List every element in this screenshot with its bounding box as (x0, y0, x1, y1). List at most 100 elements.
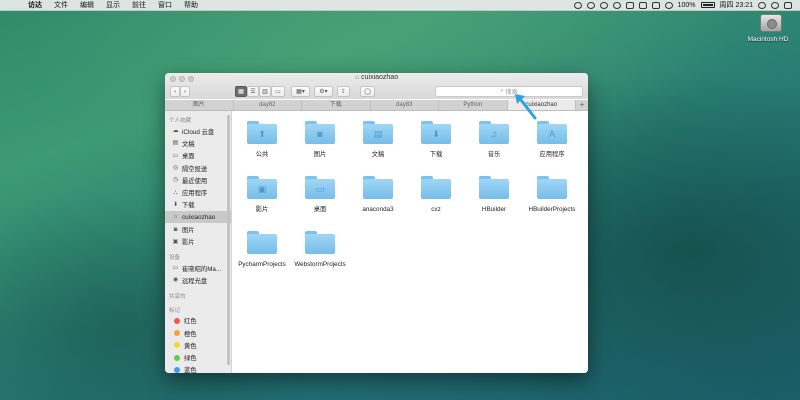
tab-day82[interactable]: day82 (234, 100, 302, 110)
file-browser: ⬆ 公共 ◙ 图片 ▤ 文稿 ⬇ 下载 ♫ 音乐 A 应用程序 ▣ 影片 ▭ 桌面 anaconda3 cxz HB… (233, 111, 588, 373)
gallery-view-button[interactable]: ▭ (271, 86, 285, 97)
tag-dot-icon (174, 354, 180, 361)
menu-finder[interactable]: 访达 (22, 0, 48, 11)
file-name: 图片 (313, 151, 327, 158)
sidebar-item[interactable]: ◎ 隔空投送 (165, 162, 231, 174)
extension-icon[interactable] (573, 1, 582, 9)
volume-icon[interactable] (638, 1, 647, 9)
sidebar-item[interactable]: ▣ 影片 (165, 236, 231, 248)
sidebar-item[interactable]: ◷ 最近使用 (165, 174, 231, 186)
sidebar-item[interactable]: ◙ 图片 (165, 223, 231, 235)
sidebar-item[interactable]: 橙色 (165, 327, 231, 339)
file-item[interactable]: ◙ 图片 (291, 117, 349, 172)
file-item[interactable]: PycharmProjects (233, 227, 291, 282)
public-folder-icon: ⬆ (247, 121, 277, 144)
tag-icon[interactable]: ◯ (360, 86, 375, 97)
column-view-button[interactable]: ▥ (259, 86, 271, 97)
desktop-folder-icon: ▭ (305, 176, 335, 199)
apps-icon: ⛬ (173, 189, 178, 196)
sidebar-item[interactable]: 绿色 (165, 351, 231, 363)
sidebar-item[interactable]: ◉ 远程光盘 (165, 274, 231, 286)
home-icon: ⌂ (354, 74, 360, 81)
desktop-icon-macintosh-hd[interactable]: Macintosh HD (748, 14, 794, 43)
music-folder-icon: ♫ (479, 121, 509, 144)
sidebar-item[interactable]: ⬇ 下载 (165, 199, 231, 211)
sidebar-item-label: 崔晓昭的Ma... (182, 265, 222, 273)
user-icon[interactable] (758, 1, 766, 9)
file-name: WebstormProjects (294, 261, 346, 268)
sidebar-item-label: 影片 (182, 239, 195, 247)
file-item[interactable]: ⬇ 下载 (407, 117, 465, 172)
sidebar-item-label: 最近使用 (182, 177, 208, 185)
tab-python[interactable]: Python (439, 100, 508, 110)
sidebar-scrollbar[interactable] (227, 115, 231, 365)
file-item[interactable]: ⬆ 公共 (233, 117, 291, 172)
battery-percent: 100% (677, 1, 696, 9)
input-method-icon[interactable] (651, 1, 660, 9)
qq-icon[interactable] (599, 1, 608, 9)
downloads-folder-icon: ⬇ (421, 121, 451, 144)
new-tab-button[interactable]: + (576, 100, 588, 110)
file-item[interactable]: HBuilderProjects (523, 172, 581, 227)
sidebar-item[interactable]: ▭ 桌面 (165, 150, 231, 162)
camera-icon: ◙ (173, 226, 178, 233)
document-icon: ▤ (172, 140, 179, 147)
status-icon[interactable] (612, 1, 621, 9)
file-item[interactable]: ▤ 文稿 (349, 117, 407, 172)
menu-file[interactable]: 文件 (48, 0, 74, 11)
file-item[interactable]: ▣ 影片 (233, 172, 291, 227)
menu-view[interactable]: 显示 (100, 0, 126, 11)
sidebar-item[interactable]: ⌂ cuixiaozhao (165, 211, 231, 224)
search-input[interactable]: ⌕ 搜索 (435, 86, 583, 97)
menubar-clock[interactable]: 周四 23:21 (720, 0, 753, 10)
sidebar-item[interactable]: ☁ iCloud 云盘 (165, 125, 231, 137)
sidebar-item[interactable]: ⛬ 应用程序 (165, 186, 231, 198)
sidebar-item[interactable]: 蓝色 (165, 364, 231, 373)
wechat-icon[interactable] (586, 1, 595, 9)
file-item[interactable]: WebstormProjects (291, 227, 349, 282)
notification-center-icon[interactable] (784, 1, 792, 9)
sidebar-item-label: 绿色 (184, 355, 197, 363)
icon-view-button[interactable]: ▦ (235, 86, 247, 97)
tab-day83[interactable]: day83 (371, 100, 439, 110)
menu-help[interactable]: 帮助 (178, 0, 204, 11)
status-area: 100% 周四 23:21 (573, 0, 800, 10)
tag-dot-icon (174, 330, 180, 336)
sidebar-item[interactable]: 黄色 (165, 339, 231, 351)
file-item[interactable]: ▭ 桌面 (291, 172, 349, 227)
sidebar-item[interactable]: ▤ 文稿 (165, 137, 231, 149)
share-icon[interactable]: ⇪ (337, 86, 350, 97)
wifi-icon[interactable] (664, 1, 673, 9)
sidebar-item[interactable]: ▭ 崔晓昭的Ma... (165, 262, 231, 274)
action-gear-icon[interactable]: ⚙▾ (314, 86, 333, 97)
spotlight-icon[interactable] (771, 1, 779, 9)
download-icon: ⬇ (172, 201, 179, 208)
tag-dot-icon (174, 366, 180, 373)
menu-edit[interactable]: 编辑 (74, 0, 100, 11)
menu-window[interactable]: 窗口 (152, 0, 178, 11)
menu-go[interactable]: 前往 (126, 0, 152, 11)
sidebar-item[interactable]: 红色 (165, 315, 231, 327)
laptop-icon: ▭ (172, 265, 179, 272)
disc-icon: ◉ (172, 277, 179, 284)
arrow-shaft (519, 98, 537, 120)
file-item[interactable]: cxz (407, 172, 465, 227)
scrollbar-thumb[interactable] (227, 115, 230, 365)
list-view-button[interactable]: ☰ (247, 86, 259, 97)
tab-pictures[interactable]: 图片 (165, 100, 234, 110)
tab-downloads[interactable]: 下载 (302, 100, 371, 110)
display-icon[interactable] (625, 1, 634, 9)
home-icon: ⌂ (173, 214, 178, 221)
file-item[interactable]: HBuilder (465, 172, 523, 227)
documents-folder-icon: ▤ (363, 121, 393, 144)
file-name: 音乐 (487, 151, 501, 158)
file-name: 下载 (429, 151, 443, 158)
group-button[interactable]: ▦▾ (291, 86, 310, 97)
file-name: 公共 (255, 151, 269, 158)
file-name: 影片 (255, 206, 269, 213)
back-button[interactable]: ‹ (170, 86, 180, 97)
file-item[interactable]: anaconda3 (349, 172, 407, 227)
battery-icon[interactable] (700, 2, 715, 8)
sidebar-item-label: 应用程序 (182, 190, 208, 198)
forward-button[interactable]: › (180, 86, 190, 97)
